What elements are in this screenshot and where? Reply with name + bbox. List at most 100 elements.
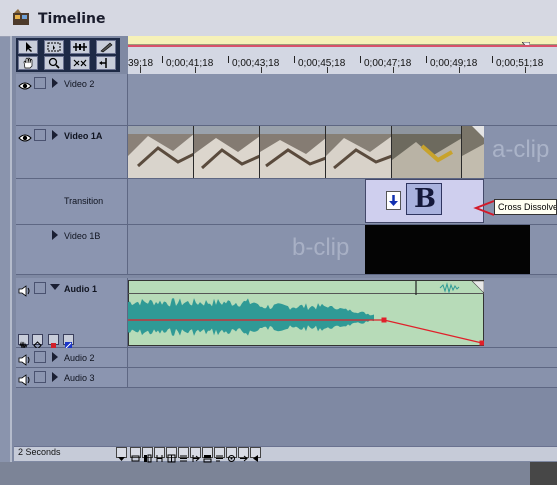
ruler-major-tick [162,56,163,63]
clip-thumbnail [128,126,194,178]
expand-triangle-icon[interactable] [52,372,58,382]
audio2-lane[interactable] [128,348,557,368]
b-clip-label: b-clip [292,234,350,261]
video-clip-b[interactable] [365,225,530,274]
video2-lane[interactable] [128,74,557,126]
track-label: Video 2 [64,79,95,89]
track-lock-box[interactable] [34,282,46,294]
track-lock-box[interactable] [34,77,46,89]
clip-thumbnail [462,126,484,178]
rubberband-handle[interactable] [479,340,485,346]
tooltip-pointer-icon [472,198,496,218]
track-format-icon[interactable] [130,447,141,462]
track-label: Audio 2 [64,353,95,363]
work-area-end-marker[interactable] [521,36,531,53]
track-label: Audio 3 [64,373,95,383]
expand-triangle-icon[interactable] [52,352,58,362]
hand-tool-icon[interactable] [18,56,38,70]
ruler-timecode: 0;00;43;18 [232,58,280,69]
rubberband-handle[interactable] [381,317,387,323]
volume-rubberband-icon[interactable] [48,334,59,348]
a-clip-label: a-clip [492,136,550,163]
track-label: Audio 1 [64,284,97,294]
app-icon [12,9,30,27]
track-header-video2[interactable]: Video 2 [16,74,128,126]
shift-tracks-icon[interactable] [178,447,189,462]
transition-direction-icon[interactable] [386,191,401,210]
in-out-tool-icon[interactable] [96,56,116,70]
ruler-timecode: 0;00;47;18 [364,58,412,69]
sync-mode-icon[interactable] [190,447,201,462]
ruler-minor-tick [261,67,262,73]
frame-view-icon[interactable] [142,447,153,463]
ruler-minor-tick [140,67,141,73]
pan-rubberband-icon[interactable] [63,334,74,349]
zoom-dropdown-icon[interactable] [116,447,127,461]
eye-icon[interactable] [18,129,32,142]
clip-thumbnail [392,126,462,178]
track-header-video1a[interactable]: Video 1A [16,126,128,179]
zoom-level[interactable]: 2 Seconds [18,447,61,457]
video-clip-a[interactable] [128,126,484,178]
transition-icon: B [406,183,442,215]
ruler-timecode: 0;00;45;18 [298,58,346,69]
ruler-minor-tick [195,67,196,73]
waveform-shape [128,298,374,336]
ruler-major-tick [426,56,427,63]
ruler-minor-tick [459,67,460,73]
ruler-timecode: 0;00;51;18 [496,58,544,69]
speaker-icon[interactable] [18,282,32,297]
toggle-shift-icon[interactable] [202,447,213,463]
track-header-audio3[interactable]: Audio 3 [16,368,128,388]
clip-thumbnail [260,126,326,178]
track-label: Transition [64,196,104,206]
collapse-triangle-icon[interactable] [50,284,60,290]
ruler-minor-tick [327,67,328,73]
track-lock-box[interactable] [34,129,46,141]
ruler-major-tick [360,56,361,63]
selection-tool-icon[interactable] [18,40,38,54]
speaker-icon[interactable] [18,371,32,386]
keyframe-icon[interactable] [32,334,43,350]
work-area-bar[interactable] [128,36,557,45]
eye-icon[interactable] [18,77,32,90]
preview-area-line [128,45,557,47]
audio-waveform [128,294,485,346]
zoom-tool-icon[interactable] [44,56,64,70]
speaker-icon[interactable] [18,351,32,366]
expand-triangle-icon[interactable] [52,78,58,88]
link-tool-icon[interactable] [70,56,90,70]
ruler-minor-tick [393,67,394,73]
track-label: Video 1B [64,231,101,241]
background-window-corner [530,462,557,485]
track-header-transition[interactable]: Transition [16,179,128,225]
marker-icon[interactable] [226,447,237,462]
transition-tooltip: Cross Dissolve [494,199,557,215]
tooltip-text: Cross Dissolve [498,202,557,212]
audio-clip-title-strip [128,280,485,295]
timeline-bottom-bar [14,446,557,461]
track-header-audio2[interactable]: Audio 2 [16,348,128,368]
edge-view-icon[interactable] [166,447,177,463]
desktop-background [0,462,557,485]
track-header-video1b[interactable]: Video 1B [16,225,128,275]
ruler-major-tick [294,56,295,63]
expand-triangle-icon[interactable] [52,230,58,240]
expand-triangle-icon[interactable] [52,130,58,140]
time-ruler[interactable]: 39;18 0;00;41;18 0;00;43;18 0;00;45;18 0… [128,45,557,75]
waveform-view-icon[interactable] [18,334,29,350]
ruler-timecode: 0;00;41;18 [166,58,214,69]
track-options-icon[interactable] [214,447,225,462]
ruler-minor-tick [525,67,526,73]
ripple-icon[interactable] [238,447,249,462]
track-lock-box[interactable] [34,371,46,383]
track-select-tool-icon[interactable] [70,40,90,54]
snap-edges-icon[interactable] [154,447,165,462]
audio3-lane[interactable] [128,368,557,388]
window-title: Timeline [38,11,106,27]
tool-palette [16,38,120,72]
scroll-left-icon[interactable] [250,447,261,462]
razor-tool-icon[interactable] [96,40,116,54]
range-select-tool-icon[interactable] [44,40,64,54]
track-lock-box[interactable] [34,351,46,363]
